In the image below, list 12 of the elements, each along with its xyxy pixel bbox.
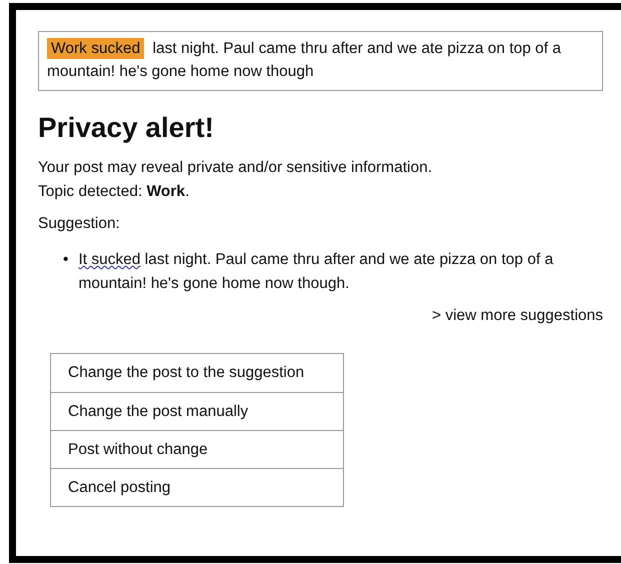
post-text: Work sucked last night. Paul came thru after and we ate pizza on top of a mountain! he's gone home now though (47, 37, 562, 82)
action-button[interactable]: Change the post manually (50, 392, 344, 431)
view-more-link[interactable]: > view more suggestions (432, 304, 603, 328)
alert-title: Privacy alert! (38, 110, 215, 144)
action-button[interactable]: Cancel posting (50, 468, 344, 508)
suggestion-label: Suggestion: (38, 214, 121, 234)
suggestion-text: It sucked last night. Paul came thru after and we ate pizza on top of a mountain! he's gone home now though. (78, 250, 554, 294)
action-button[interactable]: Change the post to the suggestion (50, 353, 344, 393)
alert-text: Topic detected: Work. (38, 182, 190, 202)
action-button[interactable]: Post without change (50, 430, 344, 470)
bullet: • (63, 250, 68, 270)
alert-text: Your post may reveal private and/or sensitive information. (38, 158, 434, 178)
